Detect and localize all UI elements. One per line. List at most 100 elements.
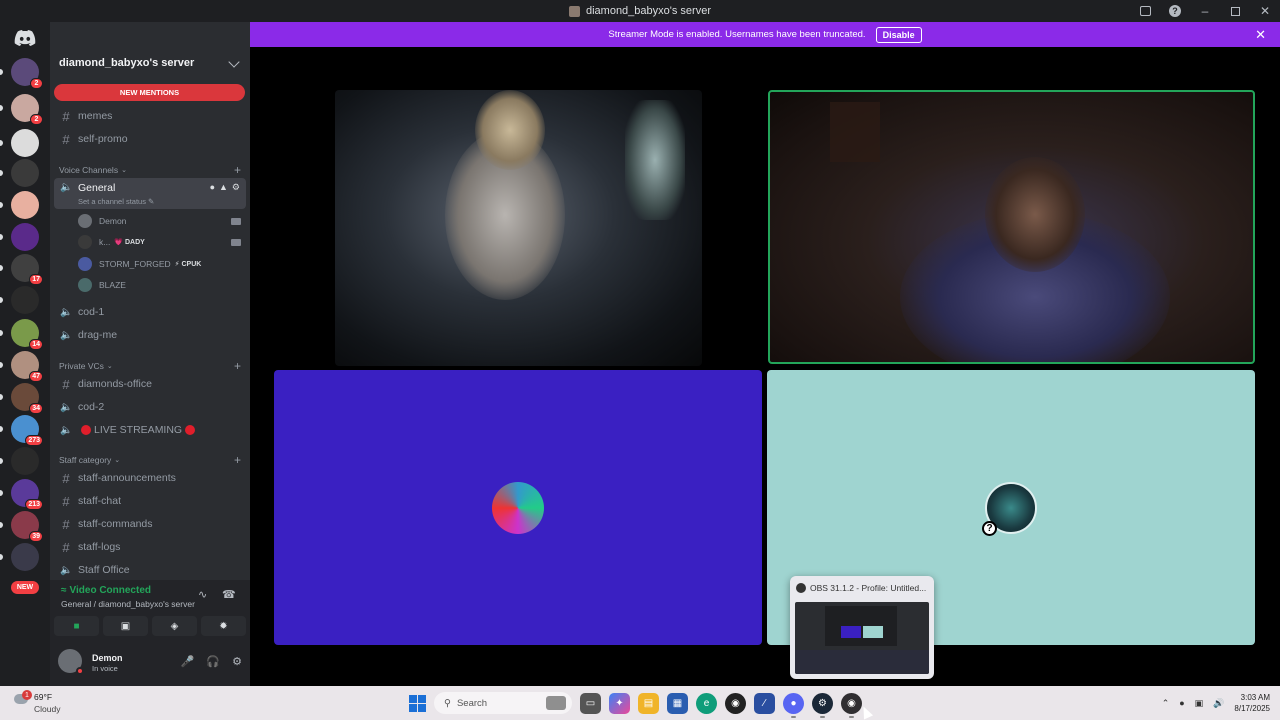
screen-share-button[interactable]: ▣ [103, 616, 148, 636]
server-icon[interactable]: 213 [11, 479, 43, 510]
start-button[interactable] [409, 694, 426, 712]
chevron-up-icon[interactable]: ⌃ [1162, 698, 1170, 709]
network-icon[interactable]: ▣ [1195, 698, 1204, 709]
microphone-icon[interactable]: 🎤 [181, 655, 195, 668]
new-mentions-button[interactable]: NEW MENTIONS [54, 84, 245, 101]
channel-staff-logs[interactable]: # staff-logs [54, 537, 246, 557]
speaker-icon: 🔈 [60, 401, 73, 413]
server-list: 2 2 17 14 47 34 273 213 39 NEW [0, 22, 50, 686]
gear-icon[interactable]: ⚙ [232, 655, 242, 668]
unread-pill [0, 69, 3, 75]
voice-user[interactable]: BLAZE [78, 276, 243, 294]
clock[interactable]: 3:03 AM 8/17/2025 [1234, 692, 1270, 714]
voice-user[interactable]: Demon [78, 212, 243, 230]
add-channel-icon[interactable]: + [234, 359, 241, 373]
alienware-icon[interactable]: ◉ [725, 692, 746, 714]
category-private-vcs[interactable]: Private VCs ⌄ + [59, 359, 241, 373]
store-icon[interactable]: ▦ [667, 692, 688, 714]
edge-icon[interactable]: e [696, 692, 717, 714]
server-icon[interactable] [11, 129, 39, 157]
weather-widget[interactable]: 1 69°F Cloudy [14, 690, 74, 716]
task-view-icon[interactable]: ▭ [580, 692, 601, 714]
voice-status[interactable]: ≈ Video Connected [61, 585, 151, 596]
add-channel-icon[interactable]: + [234, 163, 241, 177]
invite-icon[interactable]: ▲ [219, 182, 228, 193]
channel-cod-2[interactable]: 🔈 cod-2 [54, 397, 246, 417]
server-icon[interactable] [11, 159, 39, 187]
server-icon[interactable]: 14 [11, 319, 43, 350]
microphone-icon[interactable]: ● [1179, 698, 1184, 708]
discord-taskbar-icon[interactable]: ● [783, 692, 804, 718]
channel-staff-announcements[interactable]: # staff-announcements [54, 468, 246, 488]
windows-taskbar: 1 69°F Cloudy ⚲ Search ▭ ✦ ▤ ▦ e ◉ ∕ ● ⚙… [0, 686, 1280, 720]
channel-staff-commands[interactable]: # staff-commands [54, 514, 246, 534]
chat-icon[interactable]: ● [210, 182, 215, 193]
taskbar-preview-obs[interactable]: OBS 31.1.2 - Profile: Untitled... [790, 576, 934, 679]
server-icon[interactable]: 2 [11, 94, 43, 125]
channel-staff-chat[interactable]: # staff-chat [54, 491, 246, 511]
copilot-icon[interactable]: ✦ [609, 692, 630, 714]
maximize-button[interactable] [1220, 0, 1250, 22]
server-icon[interactable]: 2 [11, 58, 43, 89]
server-icon[interactable]: 39 [11, 511, 43, 542]
channel-staff-office[interactable]: 🔈 Staff Office [54, 560, 246, 580]
channel-status[interactable]: Set a channel status ✎ [78, 197, 154, 206]
gamepad-icon: ◈ [170, 620, 179, 632]
camera-button[interactable]: ■ [54, 616, 99, 636]
app-icon[interactable]: ∕ [754, 692, 775, 714]
search-box[interactable]: ⚲ Search [434, 692, 572, 714]
activity-button[interactable]: ◈ [152, 616, 197, 636]
steam-icon[interactable]: ⚙ [812, 692, 833, 718]
gear-icon[interactable]: ⚙ [232, 182, 240, 193]
server-icon[interactable] [11, 286, 39, 314]
voice-user[interactable]: k... 💗 DADY [78, 233, 243, 251]
hash-icon: # [62, 470, 70, 486]
channel-diamonds-office[interactable]: # diamonds-office [54, 374, 246, 394]
server-header[interactable]: diamond_babyxo's server [50, 47, 250, 79]
category-voice-channels[interactable]: Voice Channels ⌄ + [59, 163, 241, 177]
audio-tile-1[interactable] [274, 370, 762, 645]
server-icon[interactable]: 34 [11, 383, 43, 414]
unread-pill [0, 522, 3, 528]
new-servers-pill[interactable]: NEW [11, 581, 39, 594]
close-icon[interactable]: ✕ [1255, 27, 1266, 43]
video-tile-1[interactable] [335, 90, 702, 366]
file-explorer-icon[interactable]: ▤ [638, 692, 659, 714]
add-channel-icon[interactable]: + [234, 453, 241, 467]
user-name[interactable]: Demon [92, 653, 123, 663]
server-icon[interactable] [11, 191, 39, 219]
minimize-button[interactable]: – [1190, 0, 1220, 22]
video-tile-2-speaking[interactable] [768, 90, 1255, 364]
voice-location[interactable]: General / diamond_babyxo's server [61, 599, 195, 609]
unread-pill [0, 330, 3, 336]
inbox-icon[interactable] [1130, 0, 1160, 22]
server-icon[interactable] [11, 223, 39, 251]
video-feed-bg [625, 100, 685, 220]
voice-user[interactable]: STORM_FORGED ⚡ CPUK [78, 255, 243, 273]
channel-drag-me[interactable]: 🔈 drag-me [54, 325, 246, 345]
help-icon[interactable]: ? [1160, 0, 1190, 22]
volume-icon[interactable]: 🔊 [1213, 698, 1224, 709]
unread-pill [0, 394, 3, 400]
category-staff[interactable]: Staff category ⌄ + [59, 453, 241, 467]
server-icon[interactable]: 17 [11, 254, 43, 285]
noise-suppression-icon[interactable]: ∿ [198, 588, 207, 601]
discord-home-icon[interactable] [14, 30, 36, 46]
disable-button[interactable]: Disable [875, 26, 922, 43]
channel-self-promo[interactable]: # self-promo [54, 129, 246, 149]
channel-live-streaming[interactable]: 🔈 LIVE STREAMING [54, 420, 246, 440]
channel-cod-1[interactable]: 🔈 cod-1 [54, 302, 246, 322]
headphones-icon[interactable]: 🎧 [206, 655, 220, 668]
channel-memes[interactable]: # memes [54, 106, 246, 126]
server-icon[interactable]: 273 [11, 415, 43, 446]
video-feed-bg [830, 102, 880, 162]
server-icon[interactable] [11, 447, 39, 475]
server-icon[interactable] [11, 543, 39, 571]
unread-pill [0, 458, 3, 464]
server-icon[interactable]: 47 [11, 351, 43, 382]
close-button[interactable]: ✕ [1250, 0, 1280, 22]
voice-user-name: BLAZE [99, 280, 126, 290]
soundboard-button[interactable]: ✹ [201, 616, 246, 636]
banner-text: Streamer Mode is enabled. Usernames have… [608, 29, 866, 40]
disconnect-icon[interactable]: ☎ [222, 588, 236, 601]
